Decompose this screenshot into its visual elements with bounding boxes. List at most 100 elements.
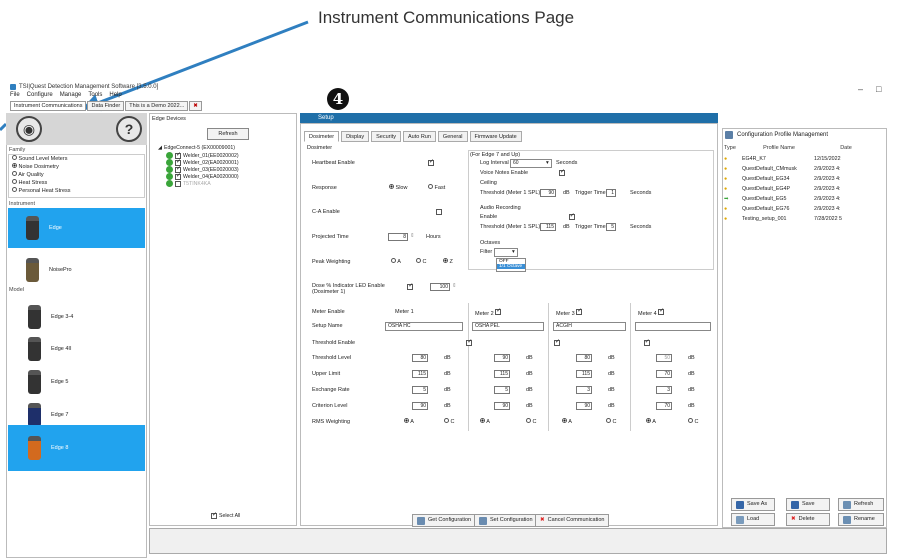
meter-1-rms-c[interactable]: C — [444, 418, 455, 425]
meter-4-exchange-rate[interactable]: 3 — [656, 386, 672, 394]
response-fast[interactable]: Fast — [428, 184, 445, 191]
peak-option-z[interactable]: Z — [443, 258, 453, 265]
meter-1-exchange-rate[interactable]: 5 — [412, 386, 428, 394]
peak-option-a[interactable]: A — [391, 258, 401, 265]
meter-1-rms-a[interactable]: A — [404, 418, 414, 425]
refresh-profiles-button[interactable]: Refresh — [838, 498, 884, 511]
audio-enable-checkbox[interactable] — [568, 212, 575, 220]
family-option[interactable]: Heat Stress — [9, 179, 144, 187]
meter-3-threshold-level[interactable]: 80 — [576, 354, 592, 362]
config-row[interactable]: ● EG4R_K7 12/15/2022 — [724, 154, 884, 164]
meter-3-threshold-checkbox[interactable] — [643, 338, 650, 346]
tree-root[interactable]: ◢ EdgeConnect-5 (EX00009001) — [158, 145, 235, 151]
dose-indicator-checkbox[interactable] — [407, 282, 413, 290]
meter-4-rms-c[interactable]: C — [688, 418, 699, 425]
minimize-button[interactable]: – — [858, 84, 863, 94]
connect-button[interactable]: ◉ — [16, 116, 42, 142]
device-row[interactable]: Welder_04(EA0020000) — [166, 172, 239, 180]
family-option[interactable]: Air Quality — [9, 171, 144, 179]
device-row[interactable]: T5TINK4KA — [166, 180, 211, 187]
cancel-communication-button[interactable]: ✖ Cancel Communication — [535, 514, 610, 527]
menu-manage[interactable]: Manage — [60, 92, 82, 98]
menu-file[interactable]: File — [10, 92, 20, 98]
filter-option-octave[interactable]: 1/1 Octave — [497, 264, 525, 269]
audio-trigger-input[interactable]: 5 — [606, 223, 616, 231]
tab-general[interactable]: General — [437, 131, 468, 142]
get-configuration-button[interactable]: Get Configuration — [412, 514, 477, 527]
meter-3-setup-name[interactable]: ACGIH — [553, 322, 626, 331]
chevron-down-icon[interactable]: ▾ — [546, 160, 549, 166]
save-as-button[interactable]: Save As — [731, 498, 775, 511]
meter-1-setup-name[interactable]: OSHA HC — [385, 322, 463, 331]
config-row[interactable]: ● Testing_setup_001 7/28/2022 5 — [724, 214, 884, 224]
dose-indicator-input[interactable]: 100 — [430, 283, 450, 291]
select-all[interactable]: Select All — [211, 511, 240, 519]
projected-time-input[interactable]: 8 — [388, 233, 408, 241]
family-option[interactable]: Personal Heat Stress — [9, 187, 144, 195]
meter-2-setup-name[interactable]: OSHA PEL — [472, 322, 544, 331]
refresh-devices-button[interactable]: Refresh — [207, 128, 249, 140]
delete-button[interactable]: ✖ Delete — [786, 513, 830, 526]
spinner-icon[interactable]: ⇕ — [410, 233, 415, 239]
menu-tools[interactable]: Tools — [88, 92, 102, 98]
config-row[interactable]: ● QuestDefault_EG4P 2/9/2023 4: — [724, 184, 884, 194]
family-option[interactable]: Noise Dosimetry — [9, 163, 144, 171]
meter-2-rms-c[interactable]: C — [526, 418, 537, 425]
meter-3-criterion-level[interactable]: 90 — [576, 402, 592, 410]
tab-display[interactable]: Display — [341, 131, 370, 142]
response-slow[interactable]: Slow — [389, 184, 407, 191]
ceiling-trigger-input[interactable]: 1 — [606, 189, 616, 197]
menu-help[interactable]: Help — [109, 92, 121, 98]
tab-dosimeter[interactable]: Dosimeter — [304, 131, 340, 142]
meter-4-threshold-level[interactable]: 50 — [656, 354, 672, 362]
meter-4-rms-a[interactable]: A — [646, 418, 656, 425]
select-all-checkbox[interactable] — [211, 511, 217, 519]
tab-instrument-communications[interactable]: Instrument Communications — [10, 101, 87, 111]
meter-3-rms-c[interactable]: C — [606, 418, 617, 425]
family-option[interactable]: Sound Level Meters — [9, 155, 144, 163]
maximize-button[interactable]: □ — [876, 84, 881, 94]
instrument-noisepro[interactable]: NoisePro — [8, 250, 145, 290]
device-checkbox[interactable] — [175, 172, 181, 180]
meter-1-threshold-checkbox[interactable] — [466, 338, 472, 346]
ceiling-threshold-input[interactable]: 90 — [540, 189, 556, 197]
peak-option-c[interactable]: C — [416, 258, 427, 265]
rename-button[interactable]: Rename — [838, 513, 884, 526]
meter-2-enable-checkbox[interactable] — [495, 307, 501, 315]
tab-demo[interactable]: This is a Demo 2022... — [125, 101, 189, 111]
meter-2-threshold-level[interactable]: 90 — [494, 354, 510, 362]
meter-3-enable-checkbox[interactable] — [576, 307, 582, 315]
close-tab-icon[interactable]: ✖ — [189, 101, 202, 111]
meter-3-exchange-rate[interactable]: 3 — [576, 386, 592, 394]
meter-3-upper-limit[interactable]: 115 — [576, 370, 592, 378]
meter-2-threshold-checkbox[interactable] — [554, 338, 560, 346]
instrument-edge[interactable]: Edge — [8, 208, 145, 248]
meter-4-criterion-level[interactable]: 70 — [656, 402, 672, 410]
meter-1-threshold-level[interactable]: 80 — [412, 354, 428, 362]
config-row[interactable]: ➡ QuestDefault_EG5 2/9/2023 4: — [724, 194, 884, 204]
device-checkbox[interactable] — [175, 180, 181, 187]
voice-notes-checkbox[interactable] — [559, 168, 565, 176]
spinner-icon[interactable]: ⇕ — [452, 283, 457, 289]
menu-configure[interactable]: Configure — [27, 92, 53, 98]
load-button[interactable]: Load — [731, 513, 775, 526]
heartbeat-checkbox[interactable] — [428, 158, 434, 166]
tab-firmware-update[interactable]: Firmware Update — [469, 131, 522, 142]
help-icon[interactable]: ? — [116, 116, 142, 142]
set-configuration-button[interactable]: Set Configuration — [474, 514, 538, 527]
model-edge-8[interactable]: Edge 8 — [8, 425, 145, 471]
save-button[interactable]: Save — [786, 498, 830, 511]
tab-security[interactable]: Security — [371, 131, 401, 142]
tab-data-finder[interactable]: Data Finder — [87, 101, 125, 111]
meter-2-exchange-rate[interactable]: 5 — [494, 386, 510, 394]
meter-4-enable-checkbox[interactable] — [658, 307, 664, 315]
meter-1-upper-limit[interactable]: 115 — [412, 370, 428, 378]
config-row[interactable]: ● QuestDefault_EG34 2/9/2023 4: — [724, 174, 884, 184]
config-row[interactable]: ● QuestDefault_EG76 2/9/2023 4: — [724, 204, 884, 214]
meter-3-rms-a[interactable]: A — [562, 418, 572, 425]
meter-2-upper-limit[interactable]: 115 — [494, 370, 510, 378]
config-row[interactable]: ● QuestDefault_CMmusk 2/9/2023 4: — [724, 164, 884, 174]
tab-auto-run[interactable]: Auto Run — [402, 131, 436, 142]
ca-enable-checkbox[interactable] — [435, 209, 442, 215]
meter-2-criterion-level[interactable]: 90 — [494, 402, 510, 410]
